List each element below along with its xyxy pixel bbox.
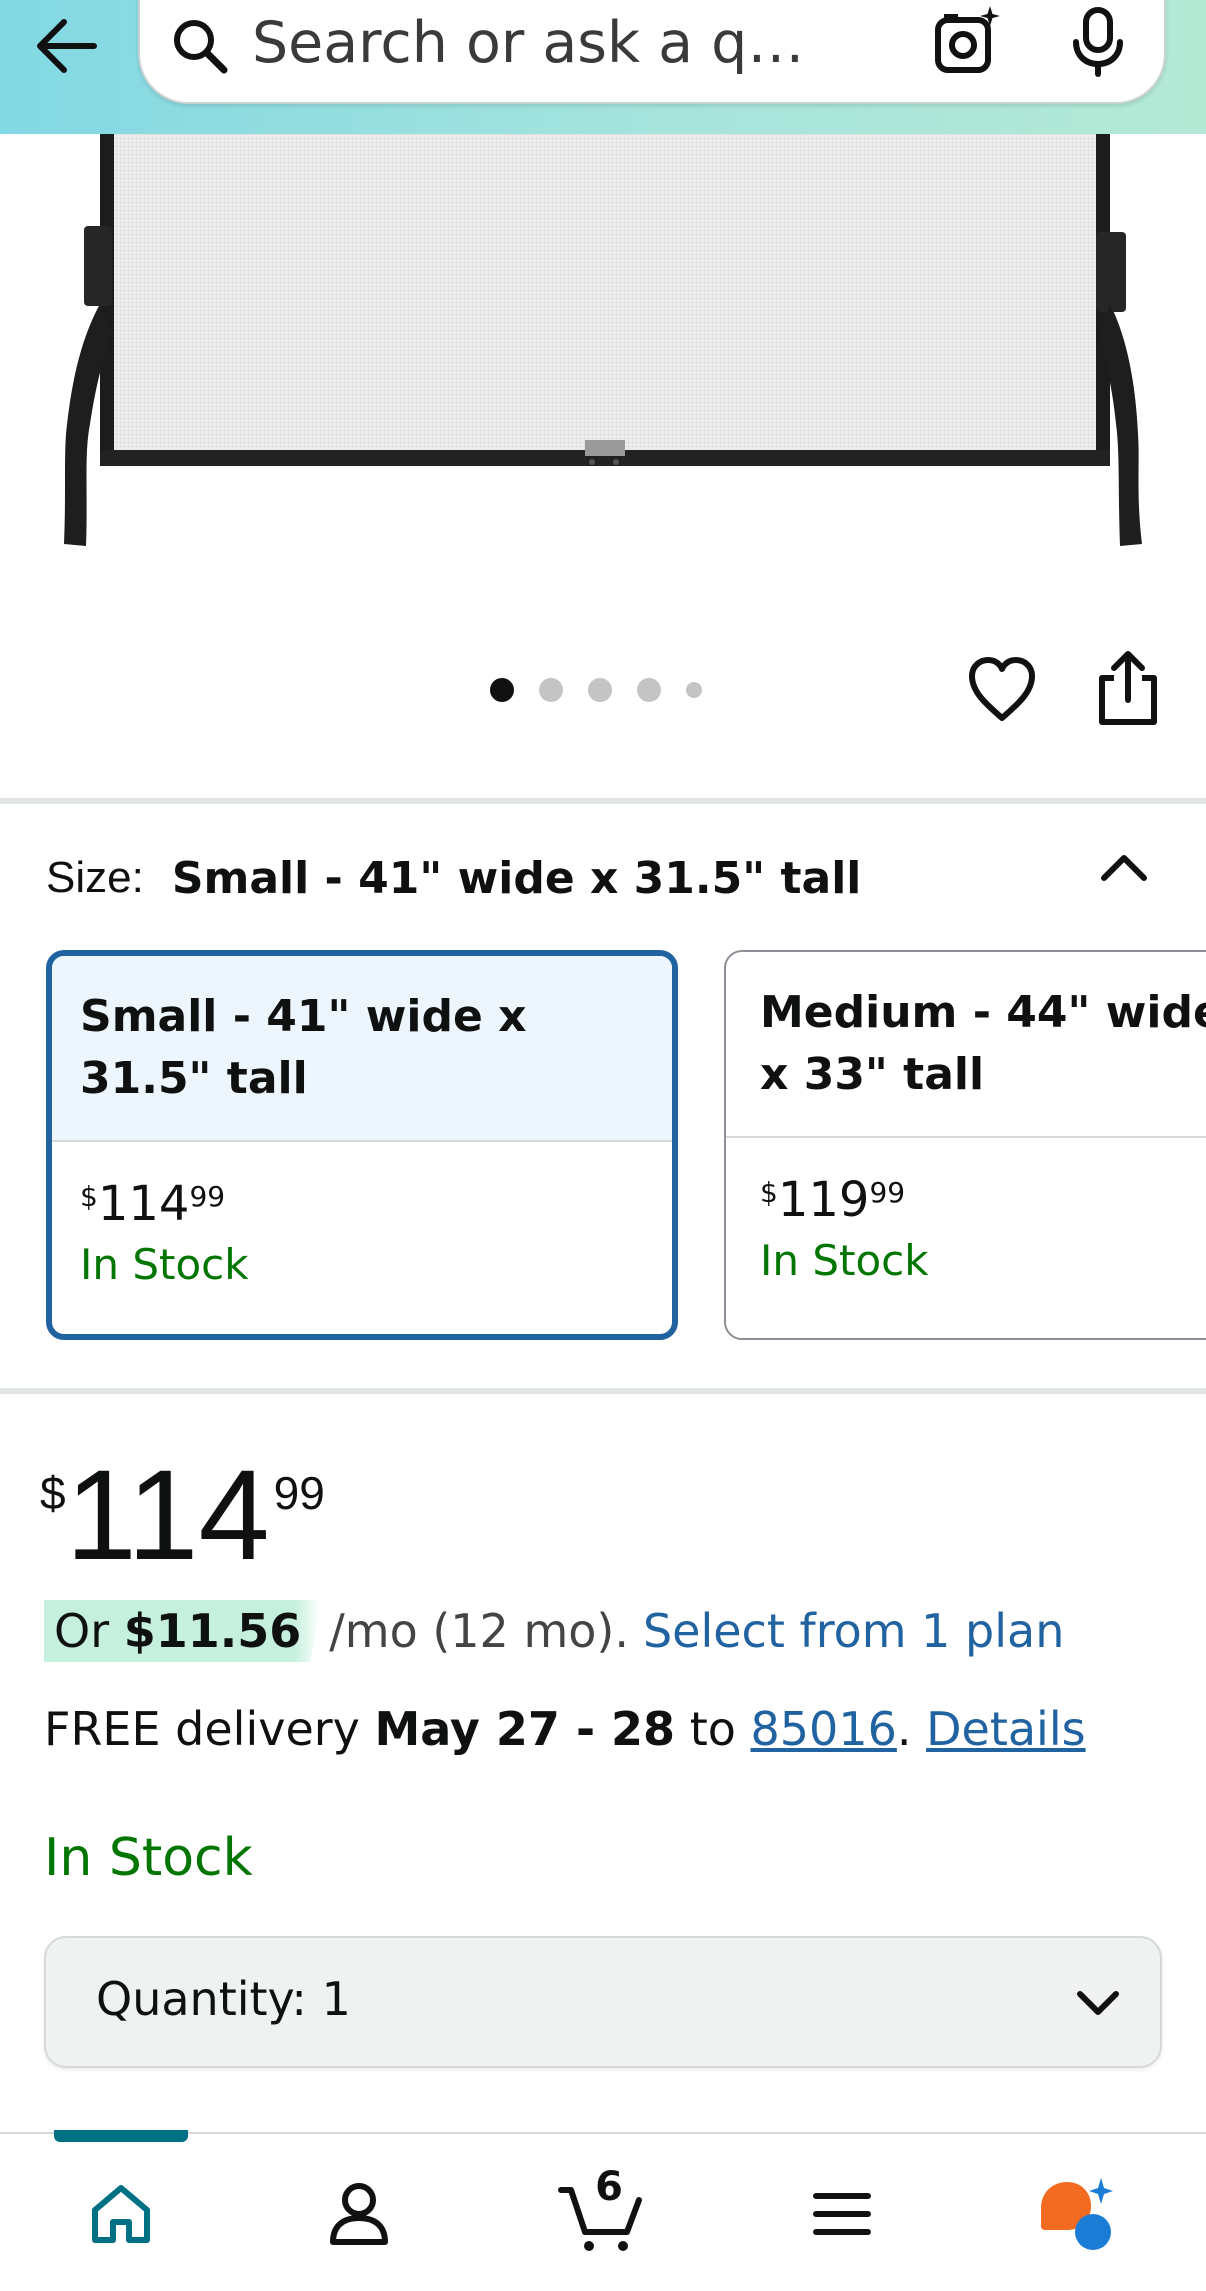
microphone-icon[interactable]	[1060, 4, 1136, 80]
price-symbol: $	[40, 1467, 66, 1519]
carousel-dot[interactable]	[588, 678, 612, 702]
availability-status: In Stock	[44, 1828, 253, 1888]
product-image[interactable]	[0, 134, 1206, 574]
carousel-dot[interactable]	[490, 678, 514, 702]
quantity-value: 1	[321, 1972, 351, 2026]
chevron-down-icon	[1077, 1991, 1119, 2015]
product-price: $ 114 99	[40, 1452, 325, 1580]
monthly-terms: /mo (12 mo).	[329, 1604, 629, 1658]
section-divider	[0, 1388, 1206, 1394]
size-option-availability: In Stock	[80, 1240, 249, 1289]
price-whole: 114	[65, 1444, 270, 1587]
size-option-price: $ 114 99	[80, 1176, 226, 1232]
menu-icon	[813, 2193, 871, 2235]
price-fraction: 99	[273, 1467, 325, 1519]
size-option-small[interactable]: Small - 41" wide x 31.5" tall $ 114 99 I…	[46, 950, 678, 1340]
size-selector-header[interactable]: Size: Small - 41" wide x 31.5" tall	[46, 848, 1166, 908]
camera-lens-icon[interactable]	[930, 4, 1006, 80]
search-bar[interactable]: Search or ask a que…	[138, 0, 1166, 104]
cart-count-badge: 6	[595, 2164, 623, 2210]
search-icon	[174, 20, 228, 74]
delivery-details-link[interactable]: Details	[926, 1702, 1085, 1756]
quantity-selector[interactable]: Quantity: 1	[44, 1936, 1162, 2068]
nav-rufus[interactable]	[1030, 2164, 1130, 2264]
top-header: Search or ask a que…	[0, 0, 1206, 134]
search-input[interactable]: Search or ask a que…	[252, 8, 812, 78]
carousel-dot[interactable]	[637, 678, 661, 702]
select-plan-link[interactable]: Select from 1 plan	[643, 1604, 1064, 1658]
monthly-badge: Or $11.56	[44, 1600, 322, 1662]
arrow-left-icon	[37, 19, 97, 73]
size-option-name: Medium - 44" wide x 33" tall	[726, 952, 1206, 1138]
size-option-name: Small - 41" wide x 31.5" tall	[52, 956, 672, 1142]
delivery-info: FREE delivery May 27 - 28 to 85016. Deta…	[44, 1702, 1086, 1756]
carousel-dot[interactable]	[539, 678, 563, 702]
nav-home[interactable]	[71, 2164, 171, 2264]
carousel-dot[interactable]	[686, 682, 702, 698]
back-button[interactable]	[28, 8, 104, 84]
active-tab-indicator	[54, 2130, 188, 2142]
chevron-up-icon[interactable]	[1092, 838, 1156, 898]
size-option-medium[interactable]: Medium - 44" wide x 33" tall $ 119 99 In…	[724, 950, 1206, 1340]
nav-menu[interactable]	[792, 2164, 892, 2264]
delivery-dates: May 27 - 28	[374, 1702, 676, 1756]
size-option-availability: In Stock	[760, 1236, 929, 1285]
monthly-payment-row: Or $11.56 /mo (12 mo). Select from 1 pla…	[44, 1600, 1064, 1662]
size-label: Size:	[46, 853, 144, 902]
person-icon	[330, 2183, 388, 2245]
zip-code-link[interactable]: 85016	[751, 1702, 897, 1756]
size-option-price: $ 119 99	[760, 1172, 906, 1228]
heart-icon[interactable]	[966, 654, 1038, 726]
quantity-label: Quantity: 1	[96, 1972, 351, 2026]
selected-size-value: Small - 41" wide x 31.5" tall	[171, 852, 862, 904]
home-icon	[92, 2185, 150, 2243]
section-divider	[0, 798, 1206, 804]
rufus-assistant-icon	[1041, 2178, 1113, 2250]
share-icon[interactable]	[1092, 648, 1164, 728]
image-carousel-dots[interactable]	[490, 678, 702, 702]
fireplace-screen-image	[64, 134, 1142, 546]
nav-account[interactable]	[309, 2164, 409, 2264]
